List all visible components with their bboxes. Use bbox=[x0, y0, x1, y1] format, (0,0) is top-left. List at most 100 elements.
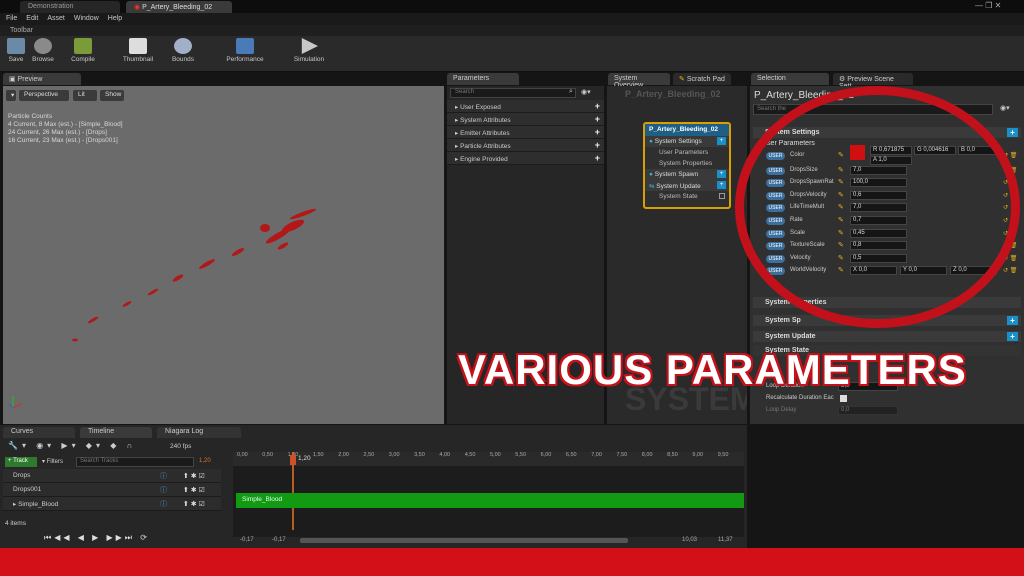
tab-scratch-pad[interactable]: ✎ Scratch Pad bbox=[673, 73, 731, 85]
blood-particles bbox=[8, 208, 317, 409]
tab-parameters[interactable]: Parameters bbox=[447, 73, 519, 85]
playhead-time: 1,20 bbox=[298, 455, 311, 462]
recalculate-checkbox[interactable] bbox=[840, 395, 847, 402]
browse-button[interactable]: Browse bbox=[31, 38, 55, 70]
timeline-tick: 1,50 bbox=[312, 452, 324, 458]
timeline-scrollbar[interactable] bbox=[300, 538, 628, 543]
save-button[interactable]: Save bbox=[6, 38, 26, 70]
add-icon[interactable]: + bbox=[717, 170, 726, 178]
timeline-tick: 0,50 bbox=[262, 452, 274, 458]
timeline-tick: 3,00 bbox=[388, 452, 400, 458]
add-icon[interactable]: + bbox=[1007, 128, 1018, 137]
compile-icon bbox=[74, 38, 92, 54]
add-icon[interactable]: + bbox=[595, 114, 600, 124]
timeline-tick: 3,50 bbox=[414, 452, 425, 458]
range-start: -0,17 bbox=[240, 537, 254, 543]
timeline-tick: 4,00 bbox=[439, 452, 451, 458]
tab-niagara-log[interactable]: Niagara Log bbox=[157, 427, 241, 438]
group-engine-provided[interactable]: ▸ Engine Provided + bbox=[447, 152, 604, 165]
highlight-circle bbox=[735, 86, 1020, 328]
add-icon[interactable]: + bbox=[717, 137, 726, 145]
node-title: P_Artery_Bleeding_02 bbox=[645, 124, 729, 136]
niagara-icon: ◉ bbox=[134, 4, 143, 11]
compile-button[interactable]: Compile bbox=[68, 38, 98, 70]
tab-preview-scene-settings[interactable]: ⚙ Preview Scene Sett bbox=[833, 73, 913, 90]
tab-preview[interactable]: ▣ Preview bbox=[3, 73, 81, 85]
menu-file[interactable]: File bbox=[6, 15, 17, 23]
search-tracks-input[interactable]: Search Tracks bbox=[76, 457, 194, 467]
add-icon[interactable]: + bbox=[595, 140, 600, 150]
thumbnail-button[interactable]: Thumbnail bbox=[121, 38, 155, 70]
tab-curves[interactable]: Curves bbox=[3, 427, 75, 438]
timeline-tick: 5,00 bbox=[490, 452, 501, 458]
add-icon[interactable]: + bbox=[595, 153, 600, 163]
filters-button[interactable]: ▾ Filters bbox=[42, 458, 63, 465]
sequencer-tool-icons[interactable]: 🔧▾ ◉▾ ▶▾ ◆▾ ◆ ∩ bbox=[8, 441, 136, 450]
toolbar: Save Browse Compile Thumbnail Bounds Per… bbox=[0, 36, 1024, 72]
performance-icon bbox=[236, 38, 254, 54]
system-node[interactable]: P_Artery_Bleeding_02 ● System Settings + … bbox=[643, 122, 731, 209]
node-row-system-state[interactable]: System State bbox=[645, 191, 729, 202]
thumbnail-icon bbox=[129, 38, 147, 54]
menu-edit[interactable]: Edit bbox=[26, 15, 38, 23]
bounds-icon bbox=[174, 38, 192, 54]
track-pin-icons[interactable]: ⬆ ✱ ☑ ⬆ ✱ ☑ ⬆ ✱ ☑ bbox=[183, 470, 205, 512]
search-icon: ⌕ bbox=[569, 88, 573, 95]
preview-viewport[interactable]: ▾ Perspective Lit Show Particle Counts 4… bbox=[3, 86, 444, 424]
tab-demonstration[interactable]: Demonstration bbox=[20, 1, 120, 13]
menu-help[interactable]: Help bbox=[108, 15, 122, 23]
group-particle-attributes[interactable]: ▸ Particle Attributes + bbox=[447, 139, 604, 152]
add-icon[interactable]: + bbox=[1007, 332, 1018, 341]
node-row-system-settings[interactable]: ● System Settings + bbox=[645, 136, 729, 147]
reset-delete-icons[interactable]: ↺ 🗑 bbox=[1003, 267, 1017, 274]
window-controls[interactable]: — ❐ ✕ bbox=[975, 1, 1001, 10]
spawn-icon: ● bbox=[649, 171, 653, 178]
node-row-system-spawn[interactable]: ● System Spawn + bbox=[645, 169, 729, 180]
update-icon: ⇆ bbox=[649, 183, 655, 190]
range-start-view: -0,17 bbox=[272, 537, 286, 543]
timeline-tick: 9,00 bbox=[692, 452, 704, 458]
add-icon[interactable]: + bbox=[595, 101, 600, 111]
node-row-system-update[interactable]: ⇆ System Update + bbox=[645, 180, 729, 191]
range-end: 11,37 bbox=[718, 537, 733, 543]
graph-title: P_Artery_Bleeding_02 bbox=[625, 89, 721, 99]
track-isolate-icons[interactable]: ⓘ ⓘ ⓘ bbox=[160, 470, 167, 512]
menu-bar: File Edit Asset Window Help bbox=[0, 13, 1024, 25]
range-end-view: 10,03 bbox=[682, 537, 698, 543]
group-user-exposed[interactable]: ▸ User Exposed + bbox=[447, 100, 604, 113]
group-emitter-attributes[interactable]: ▸ Emitter Attributes + bbox=[447, 126, 604, 139]
node-row-user-parameters[interactable]: User Parameters bbox=[645, 147, 729, 158]
fps-selector[interactable]: 240 fps bbox=[170, 443, 191, 450]
parameters-search-row: Search ⌕ ◉▾ bbox=[447, 86, 604, 100]
section-system-update[interactable]: System Update + bbox=[753, 331, 1021, 342]
menu-window[interactable]: Window bbox=[74, 15, 99, 23]
tab-timeline[interactable]: Timeline bbox=[80, 427, 152, 438]
toolbar-header: Toolbar bbox=[0, 25, 1024, 36]
playhead-handle[interactable] bbox=[290, 455, 296, 465]
items-count: 4 items bbox=[5, 520, 26, 527]
simple-blood-section[interactable]: Simple_Blood bbox=[236, 493, 744, 508]
simulation-button[interactable]: Simulation bbox=[291, 38, 327, 70]
add-icon[interactable]: + bbox=[595, 127, 600, 137]
add-icon[interactable]: + bbox=[1007, 316, 1018, 325]
performance-button[interactable]: Performance bbox=[222, 38, 268, 70]
menu-asset[interactable]: Asset bbox=[47, 15, 65, 23]
group-system-attributes[interactable]: ▸ System Attributes + bbox=[447, 113, 604, 126]
parameters-search-input[interactable]: Search bbox=[450, 88, 576, 98]
bottom-banner bbox=[0, 548, 1024, 576]
view-options-icon[interactable]: ◉▾ bbox=[581, 88, 591, 96]
bounds-button[interactable]: Bounds bbox=[168, 38, 198, 70]
tab-artery-bleeding[interactable]: ◉ P_Artery_Bleeding_02 bbox=[126, 1, 232, 13]
tab-selection[interactable]: Selection bbox=[751, 73, 829, 85]
checkbox-icon[interactable] bbox=[719, 193, 725, 199]
playback-controls[interactable]: ⏮◀◀ ◀ ▶ ▶▶⏭ ⟳ bbox=[44, 533, 150, 543]
node-row-system-properties[interactable]: System Properties bbox=[645, 158, 729, 169]
timeline-tick: 8,00 bbox=[641, 452, 653, 458]
add-icon[interactable]: + bbox=[717, 181, 726, 189]
recalculate-label: Recalculate Duration Eac bbox=[766, 395, 834, 401]
tab-system-overview[interactable]: System Overview bbox=[608, 73, 670, 89]
loop-delay-input[interactable]: 0,0 bbox=[838, 406, 898, 415]
view-options-icon[interactable]: ◉▾ bbox=[1000, 104, 1010, 112]
add-track-button[interactable]: + Track bbox=[5, 457, 37, 467]
timeline-tick: 8,50 bbox=[667, 452, 678, 458]
